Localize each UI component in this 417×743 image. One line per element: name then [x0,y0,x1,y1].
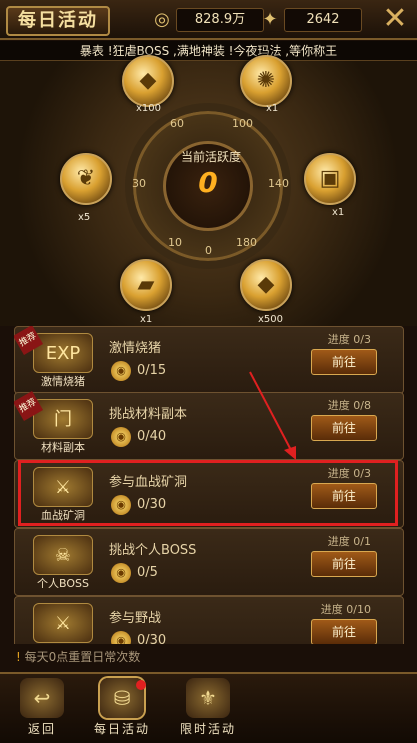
go-button[interactable]: 前往 [311,415,377,441]
tick-0: 0 [205,244,212,257]
highlight-box [18,460,398,526]
tab-label: 限时活动 [179,722,236,736]
go-button[interactable]: 前往 [311,619,377,644]
dungeon-door-icon: 门 [33,399,93,439]
info-icon: ! [16,650,25,664]
activity-progress: 进度 0/3 [327,333,371,346]
feather-icon[interactable]: ❦ [60,153,112,205]
coin-balance: 2642 [284,8,362,32]
page-title: 每日活动 [6,6,110,36]
reward-count: x1 [332,207,345,218]
reward-count: x1 [266,103,279,114]
tick-30: 30 [132,177,146,190]
list-item: ⚔ 野战 参与野战 ◉ 0/30 进度 0/10 前往 [14,596,404,644]
list-item: EXP 推荐 激情烧猪 激情烧猪 ◉ 0/15 进度 0/3 前往 [14,326,404,394]
activity-points: 0/5 [137,565,158,580]
activity-points: 0/30 [137,633,167,644]
field-battle-icon: ⚔ [33,603,93,643]
fire-orb-icon[interactable]: ✺ [240,55,292,107]
activity-name: 挑战材料副本 [109,407,188,422]
tab-back[interactable]: ↩ 返回 [2,678,82,742]
close-icon[interactable]: ✕ [379,4,411,36]
activity-dial: 当前活跃度 0 60 100 30 140 10 0 180 ◆ x100 ✺ … [0,55,417,326]
top-bar: 每日活动 ◎ 828.9万 ✦ 2642 ✕ [0,0,417,40]
go-button[interactable]: 前往 [311,551,377,577]
activity-points: 0/15 [137,363,167,378]
coin-icon: ◉ [111,563,131,583]
activity-progress: 进度 0/1 [327,535,371,548]
coin-icon: ◉ [111,631,131,644]
activity-progress: 进度 0/8 [327,399,371,412]
coin-currency-icon: ✦ [262,9,278,30]
exp-icon: EXP [33,333,93,373]
tick-60: 60 [170,117,184,130]
reset-note: ! 每天0点重置日常次数 [16,648,140,665]
dial-core: 当前活跃度 0 [163,141,253,231]
gold-ingot-icon[interactable]: ◆ [240,259,292,311]
tab-label: 每日活动 [93,722,150,736]
go-button[interactable]: 前往 [311,349,377,375]
reward-count: x100 [136,103,162,114]
tab-daily-activity[interactable]: ⛁ 每日活动 [82,678,162,742]
activity-progress: 进度 0/10 [320,603,371,616]
tick-140: 140 [268,177,289,190]
reset-note-text: 每天0点重置日常次数 [24,650,141,664]
tick-10: 10 [168,236,182,249]
reward-count: x5 [78,212,91,223]
activity-name: 激情烧猪 [109,341,162,356]
tab-limited-activity[interactable]: ⚜ 限时活动 [168,678,248,742]
bottom-nav: ↩ 返回 ⛁ 每日活动 ⚜ 限时活动 [0,672,417,743]
reward-count: x500 [258,314,284,325]
gold-ingot-icon[interactable]: ◆ [122,55,174,107]
reward-count: x1 [140,314,153,325]
activity-icon-label: 激情烧猪 [41,375,85,388]
tick-180: 180 [236,236,257,249]
activity-icon-label: 材料副本 [41,441,85,454]
back-arrow-icon: ↩ [20,678,64,718]
activity-points: 0/40 [137,429,167,444]
activity-icon-label: 野战 [23,643,103,644]
limited-activity-icon: ⚜ [186,678,230,718]
announcement-marquee: 暴表 !狂虐BOSS ,满地神装 !今夜玛法 ,等你称王 [0,41,417,61]
tab-label: 返回 [27,722,56,736]
boss-skull-icon: ☠ [33,535,93,575]
activity-name: 挑战个人BOSS [109,543,197,558]
activity-label: 当前活跃度 [180,150,241,164]
activity-icon-label: 个人BOSS [37,577,89,590]
ingot-currency-icon: ◎ [154,9,170,30]
list-item: 门 推荐 材料副本 挑战材料副本 ◉ 0/40 进度 0/8 前往 [14,390,404,460]
tick-100: 100 [232,117,253,130]
coin-icon: ◉ [111,361,131,381]
activity-value: 0 [198,166,218,199]
gold-bar-icon[interactable]: ▰ [120,259,172,311]
notification-dot [136,680,146,690]
list-item: ☠ 个人BOSS 挑战个人BOSS ◉ 0/5 进度 0/1 前往 [14,528,404,596]
coin-icon: ◉ [111,427,131,447]
activity-name: 参与野战 [109,611,162,626]
ingot-balance: 828.9万 [176,8,264,32]
treasure-icon[interactable]: ▣ [304,153,356,205]
